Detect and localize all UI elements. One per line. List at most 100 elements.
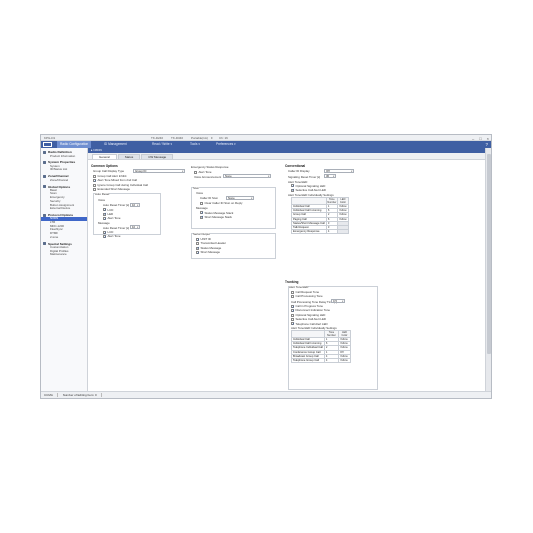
checkbox-label: Ignore Group Call during Individual Call [97, 182, 148, 187]
application-window: KPG-D1 TK-D240 TK-D340 Portable(1A) F Ch… [40, 134, 492, 399]
checkbox[interactable] [196, 251, 200, 255]
serial-output-heading: Serial Output [193, 232, 210, 236]
checkbox[interactable] [196, 246, 200, 250]
checkbox-label: Alert Tone [107, 216, 121, 221]
checkbox[interactable] [196, 238, 200, 242]
message-label: Message [98, 221, 110, 225]
checkbox[interactable] [291, 313, 294, 317]
signaling-reset-select[interactable]: 30 [324, 174, 336, 179]
app-title: KPG-D1 [44, 135, 56, 140]
cpt-delay-select[interactable]: 0.5 [331, 299, 345, 304]
app-menu-icon[interactable] [43, 142, 52, 147]
checkbox-label: Status Message Stack [204, 210, 234, 215]
clear-caller-id-checkbox[interactable] [200, 201, 203, 205]
checkbox[interactable] [291, 309, 295, 313]
checkbox-label: LED [107, 211, 114, 216]
checkbox[interactable] [93, 187, 96, 191]
clear-caller-id-stun[interactable]: Clear Caller ID Stun on Reply [200, 201, 242, 205]
menu-preferences[interactable]: Preferences ▾ [213, 141, 239, 148]
led-color-cell[interactable]: Yellow [338, 357, 351, 364]
tab-general[interactable]: General [92, 153, 117, 159]
caller-id-stun-label: Caller ID Stun [200, 196, 218, 200]
auto-reset-timer-label: Auto Reset Timer [s] [103, 225, 130, 230]
checkbox-row[interactable]: Alert Tone [103, 216, 121, 221]
tab-status[interactable]: Status [117, 153, 141, 159]
checkbox[interactable] [291, 184, 295, 188]
checkbox-row[interactable]: Alert Tone [103, 234, 120, 239]
stun-heading: Stun [193, 186, 199, 190]
checkbox[interactable] [200, 215, 204, 219]
sidebar-item-maintenance[interactable]: Maintenance [41, 253, 87, 257]
checkbox-label: Call in Progress Tone [295, 304, 323, 308]
sidebar-item-id-status-list[interactable]: ID/Status List [41, 168, 87, 172]
menu-id-management[interactable]: ID Management [101, 141, 130, 148]
checkbox-label: Transmitted Header [200, 241, 226, 246]
section-icon [43, 150, 46, 154]
section-icon [43, 174, 46, 178]
section-icon [43, 213, 46, 217]
led-color-header: LED Color [338, 330, 351, 338]
emergency-heading: Emergency Status Response [191, 165, 229, 169]
signaling-reset-label: Signaling Reset Timer [s] [288, 174, 321, 179]
checkbox[interactable] [291, 290, 294, 294]
sidebar-item-external-device[interactable]: External Device [41, 206, 87, 211]
checkbox[interactable] [93, 174, 96, 178]
version-label: F [211, 135, 213, 140]
checkbox[interactable] [103, 235, 107, 239]
checkbox[interactable] [93, 183, 96, 187]
tab-cw-message[interactable]: CW Message [141, 153, 174, 159]
checkbox[interactable] [103, 212, 107, 216]
sidebar: Radio Definition Product Information Syste… [41, 148, 88, 393]
caller-id-display-select[interactable]: Off [324, 168, 354, 173]
led-color-cell[interactable] [336, 229, 350, 235]
checkbox[interactable] [103, 208, 107, 212]
checkbox[interactable] [196, 242, 199, 246]
section-icon [43, 160, 46, 164]
row-label: Telephone Individual Call [291, 345, 325, 351]
checkbox[interactable] [200, 211, 204, 215]
table-row: Emergency Response 4 [291, 229, 350, 235]
trunk-checks: Call Request Tone Call Processing Tone [291, 290, 323, 299]
menu-tools[interactable]: Tools ▾ [187, 141, 203, 148]
menu-radio-configuration[interactable]: Radio Configuration [57, 141, 92, 148]
emergency-alert-tone[interactable]: Alert Tone [194, 170, 211, 174]
status-bar: CCMA Number of Editing Item: 0 [41, 391, 491, 398]
checkbox[interactable] [291, 317, 294, 321]
checkbox-label: LCD [107, 230, 114, 234]
channel-label: Ch: 16 [219, 135, 228, 140]
emergency-alert-checkbox[interactable] [194, 170, 197, 174]
content-panel: ▸ NXDN General Status CW Message Common … [88, 148, 485, 393]
message-timer-select[interactable]: 10 [130, 225, 140, 230]
voice-announcement-select[interactable]: None [223, 174, 271, 179]
tone-number-cell[interactable]: 4 [325, 229, 338, 235]
sidebar-item-zone-channel[interactable]: Zone/Channel [41, 178, 87, 183]
checkbox[interactable] [93, 179, 97, 183]
checkbox[interactable] [103, 231, 107, 235]
checkbox[interactable] [103, 217, 107, 221]
sidebar-item-product-information[interactable]: Product Information [41, 154, 87, 159]
caller-id-stun-select[interactable]: None [226, 195, 254, 200]
trunk-alert-heading: Alert Tone/LED [289, 285, 309, 289]
checkbox-row[interactable]: Call Processing Tone [291, 294, 323, 298]
tone-number-cell[interactable]: 4 [323, 357, 340, 364]
checkbox[interactable] [291, 322, 295, 326]
checkbox[interactable] [291, 188, 295, 192]
row-label: Conference Group Call [291, 349, 325, 355]
led-color-cell[interactable]: Yellow [336, 216, 350, 222]
checkbox[interactable] [291, 295, 294, 299]
checkbox-row[interactable]: Extended Short Message [93, 187, 148, 191]
menu-read-write[interactable]: Read / Write ▾ [149, 141, 175, 148]
table-row: Telephone Individual Call 2 Yellow [291, 345, 351, 351]
auto-reset-timer-select[interactable]: 10 [130, 202, 140, 207]
checkbox[interactable] [291, 305, 295, 309]
checkbox-row[interactable]: Short Message Stack [200, 215, 233, 219]
help-icon[interactable]: ? [485, 141, 488, 148]
scrollbar-thumb[interactable] [487, 154, 491, 354]
trunk-checks-2: Call in Progress ToneDisconnect Indicati… [291, 304, 330, 326]
group-call-display-label: Group Call Display Type [93, 169, 125, 173]
sidebar-item-2-tone[interactable]: 2-tone [41, 235, 87, 240]
checkbox-row[interactable]: Short Message [196, 250, 226, 255]
vertical-scrollbar[interactable] [485, 148, 491, 393]
group-call-display-select[interactable]: Group ID [133, 168, 185, 173]
caller-id-display-label: Caller ID Display [288, 169, 310, 173]
